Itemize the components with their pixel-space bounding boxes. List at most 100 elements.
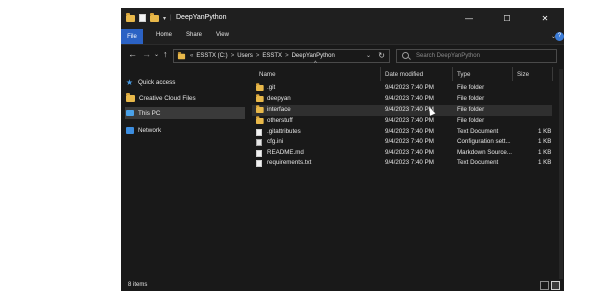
search-box[interactable]: Search DeepYanPython xyxy=(396,49,557,63)
table-row[interactable]: README.md 9/4/2023 7:40 PM Markdown Sour… xyxy=(252,148,552,159)
sort-indicator: ^ xyxy=(314,61,317,67)
sidebar-item-network[interactable]: Network xyxy=(125,124,245,136)
breadcrumb-esstx[interactable]: ESSTX xyxy=(262,53,282,59)
tab-file[interactable]: File xyxy=(121,29,143,44)
explorer-window: ▾ | DeepYanPython — ☐ ✕ File Home Share … xyxy=(121,8,564,291)
breadcrumb-deepyanpython[interactable]: DeepYanPython xyxy=(292,53,335,59)
network-icon xyxy=(126,126,134,134)
file-list: Name ^ Date modified Type Size .git 9/4/… xyxy=(252,61,557,281)
quick-access-toolbar: ▾ | xyxy=(126,12,172,22)
file-size: 1 KB xyxy=(538,159,552,166)
table-row[interactable]: .git 9/4/2023 7:40 PM File folder xyxy=(252,83,552,94)
sidebar-item-creative-cloud[interactable]: Creative Cloud Files xyxy=(125,92,245,104)
column-header-size[interactable]: Size xyxy=(517,68,529,81)
file-type: File folder xyxy=(457,106,485,113)
breadcrumb-separator[interactable]: > xyxy=(256,53,260,59)
folder-icon xyxy=(256,116,264,124)
file-size: 1 KB xyxy=(538,127,552,135)
table-row[interactable]: interface 9/4/2023 7:40 PM File folder xyxy=(252,105,552,116)
column-divider[interactable] xyxy=(552,67,553,81)
folder-icon xyxy=(256,105,264,113)
customize-toolbar-icon[interactable]: ▾ xyxy=(163,15,166,22)
file-date: 9/4/2023 7:40 PM xyxy=(385,159,434,166)
status-bar: 8 items xyxy=(121,280,564,291)
tab-share[interactable]: Share xyxy=(186,32,202,38)
file-date: 9/4/2023 7:40 PM xyxy=(385,95,434,102)
folder-icon xyxy=(177,51,186,59)
table-row[interactable]: deepyan 9/4/2023 7:40 PM File folder xyxy=(252,94,552,105)
table-row[interactable]: cfg.ini 9/4/2023 7:40 PM Configuration s… xyxy=(252,137,552,148)
text-document-icon xyxy=(256,128,262,136)
view-switcher xyxy=(540,281,560,290)
file-size: 1 KB xyxy=(538,138,552,145)
item-count: 8 items xyxy=(128,282,148,288)
minimize-button[interactable]: — xyxy=(450,8,488,29)
file-type: Text Document xyxy=(457,159,499,166)
folder-icon xyxy=(126,92,135,102)
breadcrumb-overflow[interactable]: « xyxy=(190,53,193,59)
vertical-scrollbar[interactable] xyxy=(558,67,564,281)
file-date: 9/4/2023 7:40 PM xyxy=(385,138,434,145)
forward-button[interactable]: → xyxy=(142,49,151,59)
file-name: requirements.txt xyxy=(267,159,312,166)
details-view-icon[interactable] xyxy=(540,281,549,290)
sidebar-item-label: This PC xyxy=(138,109,161,117)
properties-icon[interactable] xyxy=(139,14,146,22)
tab-view[interactable]: View xyxy=(216,32,229,38)
navigation-bar: ← → ⌄ ↑ « ESSTX (C:) > Users > ESSTX > D… xyxy=(121,45,564,67)
title-bar: ▾ | DeepYanPython — ☐ ✕ xyxy=(121,8,564,29)
back-button[interactable]: ← xyxy=(128,49,137,59)
column-divider[interactable] xyxy=(380,67,381,81)
maximize-button[interactable]: ☐ xyxy=(488,8,526,29)
help-icon[interactable]: ? xyxy=(555,32,564,41)
search-placeholder: Search DeepYanPython xyxy=(416,53,480,59)
breadcrumb-separator[interactable]: > xyxy=(231,53,235,59)
tab-home[interactable]: Home xyxy=(156,32,172,38)
recent-locations-button[interactable]: ⌄ xyxy=(154,51,159,58)
file-name: README.md xyxy=(267,148,304,156)
sidebar-item-label: Quick access xyxy=(138,78,176,86)
file-type: File folder xyxy=(457,117,485,124)
sidebar-item-this-pc[interactable]: This PC xyxy=(125,107,245,119)
file-name: deepyan xyxy=(267,95,291,102)
file-type: Text Document xyxy=(457,127,499,135)
search-icon xyxy=(402,52,409,59)
file-type: File folder xyxy=(457,84,485,91)
table-row[interactable]: otherstuff 9/4/2023 7:40 PM File folder xyxy=(252,116,552,127)
address-dropdown-icon[interactable]: ⌄ xyxy=(366,52,371,59)
breadcrumb: « ESSTX (C:) > Users > ESSTX > DeepYanPy… xyxy=(190,53,335,59)
text-document-icon xyxy=(256,160,262,167)
file-date: 9/4/2023 7:40 PM xyxy=(385,117,434,124)
column-divider[interactable] xyxy=(512,67,513,81)
pc-icon xyxy=(126,110,134,116)
file-size: 1 KB xyxy=(538,148,552,156)
scrollbar-thumb[interactable] xyxy=(559,69,563,279)
file-date: 9/4/2023 7:40 PM xyxy=(385,127,434,135)
toolbar-divider: | xyxy=(170,15,172,21)
file-name: .gitattributes xyxy=(267,127,301,135)
refresh-icon[interactable]: ↻ xyxy=(378,51,385,60)
breadcrumb-drive[interactable]: ESSTX (C:) xyxy=(196,53,227,59)
navigation-pane: ★ Quick access Creative Cloud Files This… xyxy=(121,67,247,281)
address-bar[interactable]: « ESSTX (C:) > Users > ESSTX > DeepYanPy… xyxy=(173,49,390,63)
new-folder-icon[interactable] xyxy=(150,12,159,22)
large-icons-view-icon[interactable] xyxy=(551,281,560,290)
table-row[interactable]: .gitattributes 9/4/2023 7:40 PM Text Doc… xyxy=(252,127,552,138)
sidebar-item-label: Network xyxy=(138,126,162,134)
column-header-name[interactable]: Name xyxy=(259,68,276,81)
table-row[interactable]: requirements.txt 9/4/2023 7:40 PM Text D… xyxy=(252,158,552,169)
close-button[interactable]: ✕ xyxy=(526,8,564,29)
breadcrumb-users[interactable]: Users xyxy=(237,53,253,59)
column-header-type[interactable]: Type xyxy=(457,68,470,81)
file-name: interface xyxy=(267,106,291,113)
folder-icon xyxy=(126,12,135,22)
column-header-date[interactable]: Date modified xyxy=(385,68,423,81)
breadcrumb-separator[interactable]: > xyxy=(285,53,289,59)
file-name: .git xyxy=(267,84,276,91)
file-type: Configuration sett... xyxy=(457,138,511,145)
up-button[interactable]: ↑ xyxy=(163,49,168,59)
column-divider[interactable] xyxy=(452,67,453,81)
file-date: 9/4/2023 7:40 PM xyxy=(385,148,434,156)
sidebar-item-quick-access[interactable]: ★ Quick access xyxy=(125,76,245,88)
folder-icon xyxy=(256,83,264,91)
